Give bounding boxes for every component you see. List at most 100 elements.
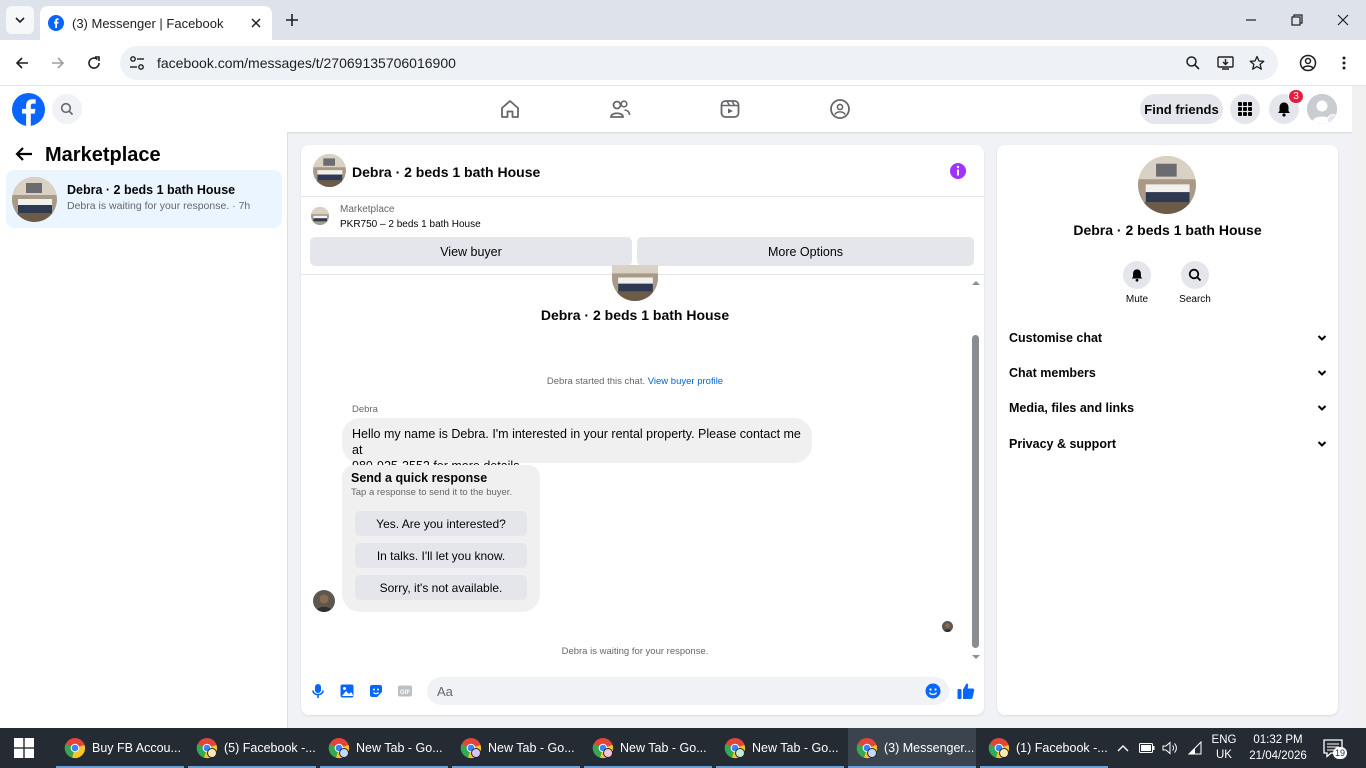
microphone-icon[interactable] [310,683,326,699]
chat-started-notice: Debra started this chat. View buyer prof… [301,376,969,387]
page-scrollbar[interactable] [1352,86,1366,728]
address-bar[interactable]: facebook.com/messages/t/2706913570601690… [120,46,1278,80]
taskbar-item-active[interactable]: (3) Messenger... [848,728,976,768]
network-icon[interactable] [1186,728,1204,768]
facebook-search-button[interactable] [52,94,82,124]
taskbar-item-label: Buy FB Accou... [92,741,181,755]
browser-menu-button[interactable] [1332,51,1356,75]
thumbs-up-icon[interactable] [956,681,976,701]
clock-time: 01:32 PM [1253,734,1303,746]
sticker-icon[interactable] [368,683,384,699]
details-avatar[interactable] [1138,156,1196,214]
emoji-icon[interactable] [925,683,941,699]
message-line-1: Hello my name is Debra. I'm interested i… [352,427,801,457]
chat-hero-name: Debra · 2 beds 1 bath House [540,307,730,323]
taskbar-item[interactable]: New Tab - Go... [320,728,448,768]
more-options-button[interactable]: More Options [637,237,974,266]
battery-icon[interactable] [1138,728,1156,768]
message-input[interactable] [427,677,949,705]
browser-tab-active[interactable]: (3) Messenger | Facebook [40,6,272,40]
taskbar-item[interactable]: (5) Facebook -... [188,728,316,768]
quick-response-button[interactable]: Yes. Are you interested? [355,511,527,536]
tab-search-button[interactable] [6,6,34,34]
sender-name: Debra [352,404,378,415]
taskbar-item[interactable]: New Tab - Go... [584,728,712,768]
privacy-support-section[interactable]: Privacy & support [1009,434,1327,454]
forward-button[interactable] [46,51,70,75]
find-friends-button[interactable]: Find friends [1140,94,1223,124]
quick-response-button[interactable]: In talks. I'll let you know. [355,543,527,568]
chevron-down-icon [1317,335,1327,341]
notification-center-badge: 19 [1333,747,1347,759]
account-avatar[interactable] [1307,94,1337,124]
site-settings-icon[interactable] [128,54,146,72]
conversation-name: Debra · 2 beds 1 bath House [67,183,236,197]
conversation-details-panel: Debra · 2 beds 1 bath House Mute Search … [997,145,1338,715]
section-label: Customise chat [1009,331,1103,345]
groups-nav-icon[interactable] [829,98,851,120]
customise-chat-section[interactable]: Customise chat [1009,328,1327,348]
view-buyer-button[interactable]: View buyer [310,237,632,266]
tab-close-icon[interactable] [248,15,264,31]
volume-icon[interactable] [1161,728,1179,768]
home-nav-icon[interactable] [499,98,521,120]
chat-members-section[interactable]: Chat members [1009,363,1327,383]
search-icon [1188,268,1202,282]
scroll-up-icon [972,281,980,285]
listing-title[interactable]: PKR750 – 2 beds 1 bath House [340,219,481,230]
search-icon [60,102,74,116]
taskbar-item[interactable]: (1) Facebook -... [980,728,1108,768]
bookmark-star-icon[interactable] [1248,54,1266,72]
photo-icon[interactable] [339,683,355,699]
mute-button[interactable]: Mute [1117,261,1157,305]
facebook-logo-icon[interactable] [12,93,45,126]
new-tab-button[interactable] [282,10,302,30]
close-window-button[interactable] [1333,10,1353,30]
conversation-item[interactable]: Debra · 2 beds 1 bath House Debra is wai… [6,170,282,228]
chat-header-name[interactable]: Debra · 2 beds 1 bath House [352,164,540,180]
chevron-down-icon [1317,405,1327,411]
taskbar-item[interactable]: New Tab - Go... [716,728,844,768]
taskbar-item-label: New Tab - Go... [620,741,707,755]
marketplace-inbox-panel: Marketplace Debra · 2 beds 1 bath House … [0,132,288,728]
back-arrow-icon[interactable] [14,144,34,164]
menu-button[interactable] [1230,94,1260,124]
facebook-header: Find friends 3 [0,86,1352,132]
minimize-icon [1246,19,1256,21]
back-button[interactable] [10,51,34,75]
chat-scrollbar[interactable] [969,277,983,663]
chrome-profile-icon [988,738,1009,759]
tab-title: (3) Messenger | Facebook [72,15,224,31]
taskbar-item[interactable]: Buy FB Accou... [56,728,184,768]
taskbar-clock[interactable]: 01:32 PM 21/04/2026 [1242,732,1314,764]
profile-button[interactable] [1296,51,1320,75]
view-buyer-profile-link[interactable]: View buyer profile [648,376,723,387]
windows-start-icon[interactable] [14,738,34,758]
watch-nav-icon[interactable] [719,98,741,120]
chrome-icon [64,738,85,759]
search-in-conversation-button[interactable]: Search [1175,261,1215,305]
taskbar-item-label: New Tab - Go... [752,741,839,755]
notification-badge: 3 [1288,89,1304,104]
minimize-button[interactable] [1241,10,1261,30]
zoom-icon[interactable] [1184,54,1202,72]
url-text: facebook.com/messages/t/2706913570601690… [157,55,456,71]
bell-icon [1131,269,1143,282]
chat-scrollbar-thumb[interactable] [972,335,979,648]
sender-avatar[interactable] [313,590,335,612]
show-hidden-icons-chevron-up-icon[interactable] [1114,728,1132,768]
quick-response-button[interactable]: Sorry, it's not available. [355,575,527,600]
friends-nav-icon[interactable] [609,98,631,120]
info-icon[interactable] [949,162,967,180]
reload-button[interactable] [82,51,106,75]
language-indicator[interactable]: ENG UK [1208,728,1240,768]
install-app-icon[interactable] [1216,54,1234,72]
chat-header-avatar[interactable] [313,154,346,187]
close-icon [1337,14,1349,26]
listing-thumbnail [12,177,57,222]
windows-taskbar: Buy FB Accou... (5) Facebook -... New Ta… [0,728,1366,768]
taskbar-item[interactable]: New Tab - Go... [452,728,580,768]
gif-icon[interactable]: GIF [397,683,413,699]
media-files-links-section[interactable]: Media, files and links [1009,398,1327,418]
restore-button[interactable] [1287,10,1307,30]
